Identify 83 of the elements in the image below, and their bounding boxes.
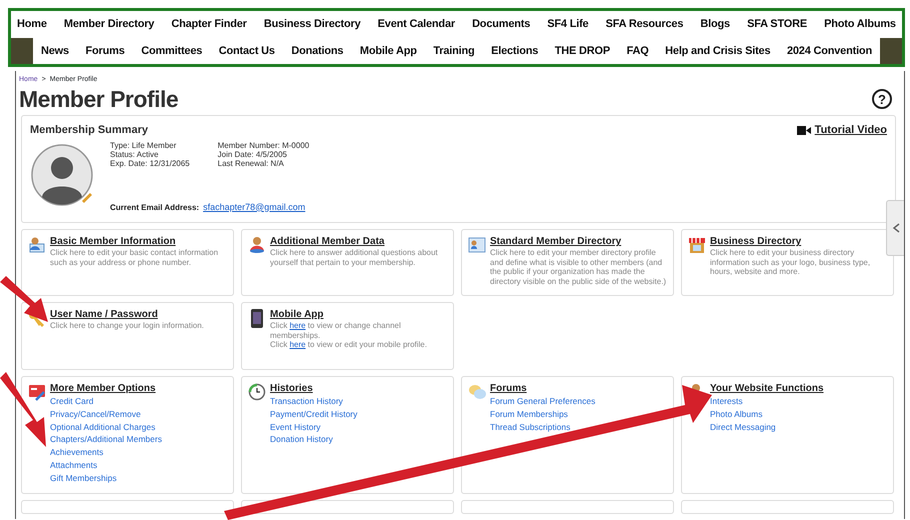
option-link[interactable]: Forum Memberships [490,408,568,421]
option-link[interactable]: Achievements [50,446,104,459]
directory-card-icon [468,236,486,256]
option-link[interactable]: Event History [270,420,321,434]
here-link[interactable]: here [290,340,306,350]
annotation-arrow [0,276,48,322]
tile-title[interactable]: Business Directory [710,236,887,248]
option-link[interactable]: Attachments [50,458,98,472]
page-title: Member Profile [19,86,178,114]
chevron-left-icon [892,223,900,233]
tile-title[interactable]: Mobile App [270,309,447,322]
email-label: Current Email Address: [110,202,200,214]
video-camera-icon [796,126,811,135]
tile-description: Click here to change your login information. [50,321,204,331]
tile-title[interactable]: Basic Member Information [50,236,227,248]
member-detail: Status: Active [110,150,160,159]
tile-title[interactable]: Your Website Functions [710,383,824,396]
tile-description: Click here to view or edit your mobile profile. [270,340,428,350]
nav-link[interactable]: Blogs [700,16,730,32]
avatar-silhouette [30,142,94,207]
person-icon [248,236,266,256]
help-button[interactable]: ? [872,89,892,110]
storefront-icon [688,236,706,256]
tutorial-video-link[interactable]: Tutorial Video [796,122,887,139]
clock-icon [248,383,266,402]
member-detail: Member Number: M-0000 [218,140,310,150]
option-link[interactable]: Transaction History [270,395,343,408]
nav-link[interactable]: Chapter Finder [171,16,247,32]
option-link[interactable]: Thread Subscriptions [490,420,570,434]
nav-link[interactable]: News [41,42,69,59]
tile-description: Click here to edit your member directory profile and define what is visible to other members (and the public if your organization has made the directory visible on the public side of the website.) [490,248,667,286]
member-detail: Join Date: 4/5/2005 [218,150,288,159]
nav-link[interactable]: Contact Us [218,42,275,59]
nav-link[interactable]: Training [433,42,475,59]
option-link[interactable]: Direct Messaging [710,420,776,434]
tile-title[interactable]: Standard Member Directory [490,236,667,248]
member-detail: Type: Life Member [110,140,178,150]
tile-title[interactable]: User Name / Password [50,309,204,322]
option-link[interactable]: Credit Card [50,395,94,408]
nav-link[interactable]: Documents [472,16,530,32]
tile-description: Click here to edit your business directory information such as your logo, business type, hours, website and more. [710,248,872,277]
nav-link[interactable]: Business Directory [264,16,361,32]
option-link[interactable]: Payment/Credit History [270,408,358,421]
nav-link[interactable]: Photo Albums [824,16,896,32]
nav-link[interactable]: Event Calendar [378,16,455,32]
nav-link[interactable]: Home [17,16,47,32]
tile-title[interactable]: Forums [490,383,596,396]
member-detail: Exp. Date: 12/31/2065 [110,158,190,168]
here-link[interactable]: here [290,321,306,330]
tile-description: Click here to answer additional questions about yourself that pertain to your membership. [270,248,439,268]
nav-link[interactable]: 2024 Convention [786,42,872,59]
mobile-phone-icon [248,309,266,328]
option-link[interactable]: Chapters/Additional Members [50,433,162,446]
nav-link[interactable]: Member Directory [64,16,154,32]
nav-link[interactable]: Elections [491,42,538,59]
person-card-icon [28,236,46,256]
nav-link[interactable]: Mobile App [360,42,417,59]
tile-title[interactable]: Histories [270,383,358,396]
nav-link[interactable]: Help and Crisis Sites [665,42,770,59]
option-link[interactable]: Donation History [270,433,333,446]
nav-link[interactable]: THE DROP [554,42,610,59]
nav-link[interactable]: Forums [86,42,125,59]
tile-description: Click here to edit your basic contact information such as your address or phone number. [50,248,220,268]
tile-description: Click here to view or change channel memberships. [270,321,402,340]
option-link[interactable]: Privacy/Cancel/Remove [50,408,141,421]
nav-link[interactable]: SFA STORE [747,16,807,32]
option-link[interactable]: Photo Albums [710,408,762,421]
nav-link[interactable]: SFA Resources [606,16,684,32]
option-link[interactable]: Optional Additional Charges [50,420,156,434]
member-detail: Last Renewal: N/A [218,158,285,168]
nav-link[interactable]: Committees [141,42,202,59]
tile-title[interactable]: Additional Member Data [270,236,447,248]
nav-link[interactable]: SF4 Life [547,16,588,32]
card-title: Membership Summary [30,123,148,138]
option-link[interactable]: Forum General Preferences [490,395,596,408]
nav-link[interactable]: Donations [291,42,344,59]
side-panel-tab[interactable] [886,200,904,256]
credit-card-icon [28,383,46,402]
tile-title[interactable]: More Member Options [50,383,162,396]
nav-link[interactable]: FAQ [626,42,649,59]
email-link[interactable]: sfachapter78@gmail.com [203,200,306,214]
option-link[interactable]: Interests [710,395,743,408]
option-link[interactable]: Gift Memberships [50,472,117,484]
